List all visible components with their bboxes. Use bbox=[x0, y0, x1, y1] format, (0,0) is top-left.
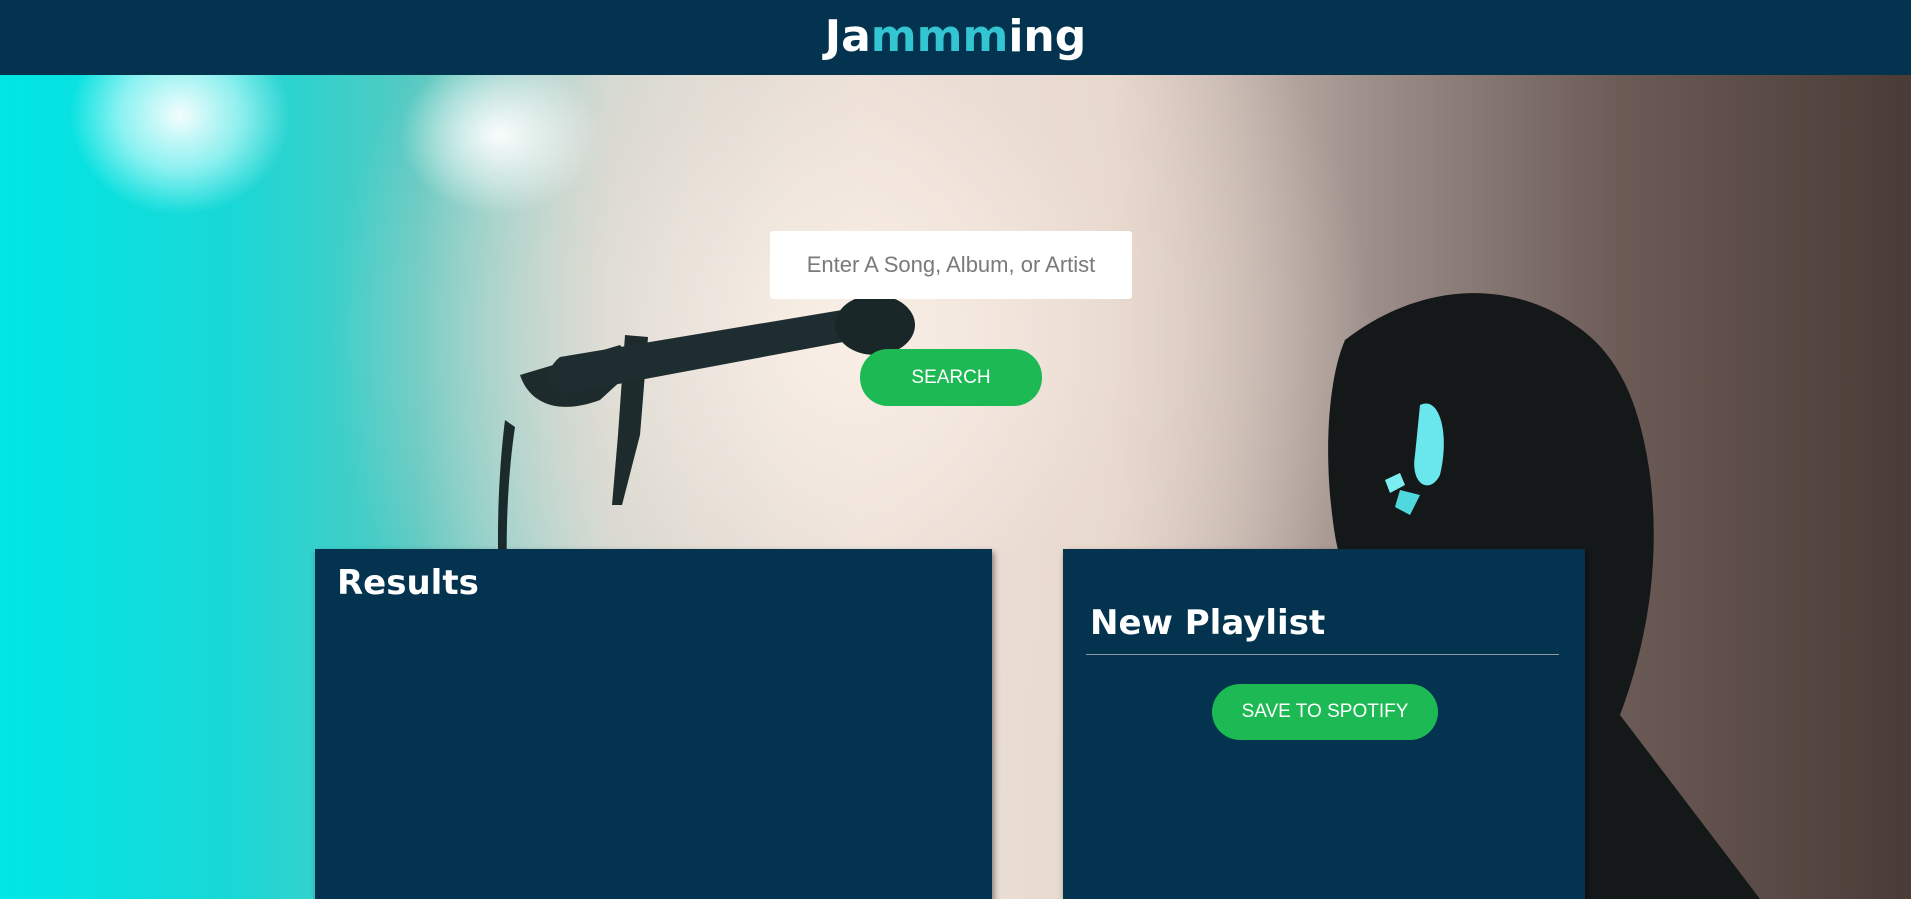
playlist-panel: New Playlist SAVE TO SPOTIFY bbox=[1063, 549, 1585, 899]
search-input[interactable] bbox=[770, 231, 1132, 299]
playlist-name[interactable]: New Playlist bbox=[1090, 603, 1325, 643]
logo-suffix: ing bbox=[1008, 10, 1087, 62]
results-title: Results bbox=[337, 563, 479, 603]
save-to-spotify-button[interactable]: SAVE TO SPOTIFY bbox=[1212, 684, 1438, 740]
app-logo: Jammming bbox=[825, 14, 1087, 59]
results-panel: Results bbox=[315, 549, 992, 899]
app-header: Jammming bbox=[0, 0, 1911, 75]
search-button[interactable]: SEARCH bbox=[860, 349, 1042, 406]
logo-prefix: Ja bbox=[824, 10, 871, 62]
hero-background: SEARCH Results New Playlist SAVE TO SPOT… bbox=[0, 75, 1911, 899]
playlist-divider bbox=[1086, 654, 1559, 655]
logo-accent: mmm bbox=[870, 10, 1009, 62]
